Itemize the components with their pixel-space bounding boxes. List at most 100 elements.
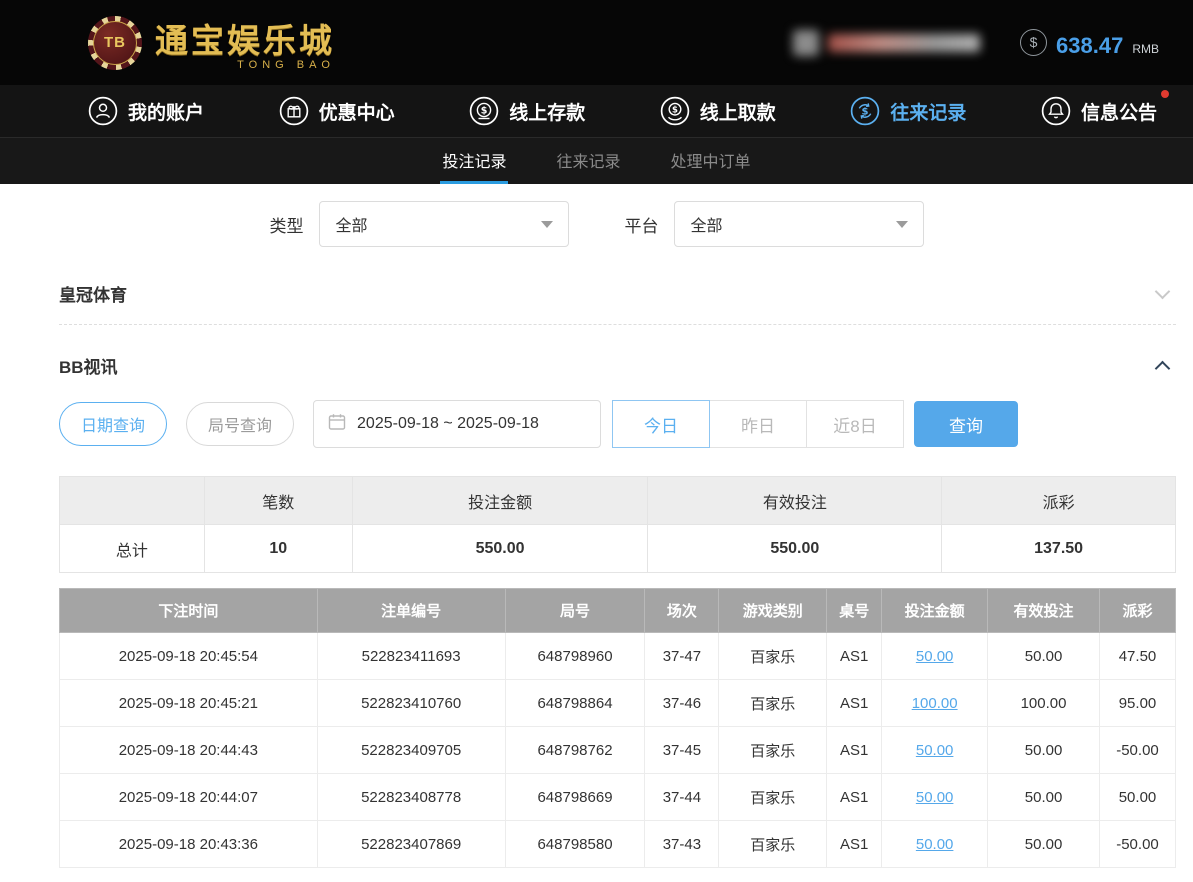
game-type-cell: 百家乐 (718, 820, 828, 868)
brand-chip-text: TB (104, 34, 126, 51)
platform-select[interactable]: 全部 (673, 201, 924, 247)
bet-amount-link[interactable]: 100.00 (912, 695, 958, 712)
table-row: 2025-09-18 20:45:21 522823410760 648798864… (59, 679, 1177, 727)
game-type-cell: 百家乐 (718, 773, 828, 821)
dollar-icon[interactable]: $ (1020, 28, 1048, 56)
gift-icon (279, 96, 309, 126)
game-type-cell: 百家乐 (718, 726, 828, 774)
summary-total-payout: 137.50 (941, 524, 1176, 573)
summary-total-valid-bet: 550.00 (647, 524, 943, 573)
date-range-value: 2025-09-18 ~ 2025-09-18 (357, 415, 539, 432)
game-type-cell: 百家乐 (718, 679, 828, 727)
section-crown-sports[interactable]: 皇冠体育 (59, 259, 1176, 324)
session-cell: 37-46 (644, 679, 720, 727)
last-8-days-button[interactable]: 近8日 (806, 400, 905, 448)
summary-total-label: 总计 (59, 524, 205, 573)
order-number-cell: 522823409705 (316, 726, 506, 774)
date-range-input[interactable]: 2025-09-18 ~ 2025-09-18 (313, 400, 602, 448)
session-cell: 37-45 (644, 726, 720, 774)
filter-row: 类型 全部 平台 全部 (0, 184, 1193, 259)
username-redacted (828, 33, 981, 52)
summary-table: 笔数 投注金额 有效投注 派彩 总计 10 550.00 550.00 137.… (59, 476, 1176, 573)
bet-amount-cell: 50.00 (881, 773, 989, 821)
type-select[interactable]: 全部 (318, 201, 569, 247)
summary-header-bet-amount: 投注金额 (351, 476, 649, 525)
section-bb-video[interactable]: BB视讯 (59, 325, 1176, 390)
bet-table: 下注时间 注单编号 局号 场次 游戏类别 桌号 投注金额 有效投注 派彩 202… (59, 588, 1177, 868)
bet-amount-link[interactable]: 50.00 (916, 648, 954, 665)
bet-time-cell: 2025-09-18 20:45:21 (59, 679, 318, 727)
tab-bet-records[interactable]: 投注记录 (440, 138, 509, 184)
transfer-records-icon: $ (850, 96, 880, 126)
type-select-value: 全部 (335, 218, 368, 235)
withdraw-icon: $ (660, 96, 690, 126)
bet-amount-cell: 50.00 (881, 632, 989, 680)
order-number-cell: 522823408778 (316, 773, 506, 821)
nav-item-announcements[interactable]: 信息公告 (1041, 90, 1169, 126)
nav-item-label: 线上存款 (509, 102, 586, 124)
table-number-cell: AS1 (826, 632, 883, 680)
bet-time-cell: 2025-09-18 20:45:54 (59, 632, 318, 680)
round-number-cell: 648798762 (504, 726, 646, 774)
username-masked (793, 29, 981, 56)
brand-chip-icon: TB (88, 15, 142, 70)
table-number-cell: AS1 (826, 820, 883, 868)
header-order-number: 注单编号 (316, 588, 506, 633)
platform-select-value: 全部 (690, 218, 723, 235)
summary-total-bet-amount: 550.00 (351, 524, 649, 573)
bet-amount-cell: 100.00 (881, 679, 989, 727)
nav-item-label: 信息公告 (1080, 102, 1157, 124)
date-query-button[interactable]: 日期查询 (59, 402, 168, 446)
session-cell: 37-43 (644, 820, 720, 868)
chevron-up-icon[interactable] (1154, 360, 1171, 377)
bet-amount-link[interactable]: 50.00 (916, 789, 954, 806)
valid-bet-cell: 50.00 (987, 726, 1100, 774)
tab-processing-orders[interactable]: 处理中订单 (669, 138, 753, 184)
search-button[interactable]: 查询 (914, 401, 1019, 447)
order-number-cell: 522823411693 (316, 632, 506, 680)
round-number-cell: 648798960 (504, 632, 646, 680)
nav-item-label: 往来记录 (890, 102, 967, 124)
summary-header-row: 笔数 投注金额 有效投注 派彩 (59, 476, 1176, 525)
table-row: 2025-09-18 20:45:54 522823411693 648798960… (59, 632, 1177, 680)
round-query-button[interactable]: 局号查询 (186, 402, 295, 446)
order-number-cell: 522823410760 (316, 679, 506, 727)
summary-header-valid-bet: 有效投注 (647, 476, 943, 525)
table-number-cell: AS1 (826, 773, 883, 821)
nav-item-label: 线上取款 (699, 102, 776, 124)
nav-item-withdraw[interactable]: $ 线上取款 (660, 96, 776, 126)
session-cell: 37-47 (644, 632, 720, 680)
header-round-number: 局号 (504, 588, 646, 633)
main-nav: 我的账户 优惠中心 $ 线上存款 $ 线上取款 $ 往来记录 信息公告 (0, 85, 1193, 137)
yesterday-button[interactable]: 昨日 (709, 400, 808, 448)
nav-item-promotions[interactable]: 优惠中心 (279, 96, 395, 126)
game-type-cell: 百家乐 (718, 632, 828, 680)
user-icon (88, 96, 118, 126)
table-row: 2025-09-18 20:44:43 522823409705 648798762… (59, 726, 1177, 774)
tab-transfer-records[interactable]: 往来记录 (554, 138, 622, 184)
bet-table-header-row: 下注时间 注单编号 局号 场次 游戏类别 桌号 投注金额 有效投注 派彩 (59, 588, 1177, 633)
today-button[interactable]: 今日 (612, 400, 711, 448)
payout-cell: -50.00 (1098, 820, 1177, 868)
nav-item-label: 优惠中心 (318, 102, 395, 124)
section-title-crown-sports: 皇冠体育 (59, 286, 127, 305)
bet-amount-link[interactable]: 50.00 (916, 742, 954, 759)
type-filter-label: 类型 (269, 216, 304, 236)
valid-bet-cell: 50.00 (987, 632, 1100, 680)
header-valid-bet: 有效投注 (987, 588, 1100, 633)
table-row: 2025-09-18 20:43:36 522823407869 648798580… (59, 820, 1177, 868)
nav-item-deposit[interactable]: $ 线上存款 (469, 96, 585, 126)
summary-header-count: 笔数 (203, 476, 353, 525)
header-bet-time: 下注时间 (59, 588, 318, 633)
table-row: 2025-09-18 20:44:07 522823408778 648798669… (59, 773, 1177, 821)
content: 皇冠体育 BB视讯 日期查询 局号查询 2025-09-18 ~ 2025-09… (0, 259, 1193, 882)
platform-filter-label: 平台 (624, 216, 659, 236)
nav-item-transfer-records[interactable]: $ 往来记录 (850, 96, 966, 126)
chevron-down-icon[interactable] (1154, 283, 1171, 299)
nav-item-label: 我的账户 (128, 102, 205, 124)
header-game-type: 游戏类别 (718, 588, 828, 633)
brand-logo[interactable]: TB 通宝娱乐城 TONG BAO (88, 14, 335, 71)
bet-amount-link[interactable]: 50.00 (916, 836, 954, 853)
svg-text:$: $ (481, 106, 488, 117)
nav-item-my-account[interactable]: 我的账户 (88, 96, 204, 126)
